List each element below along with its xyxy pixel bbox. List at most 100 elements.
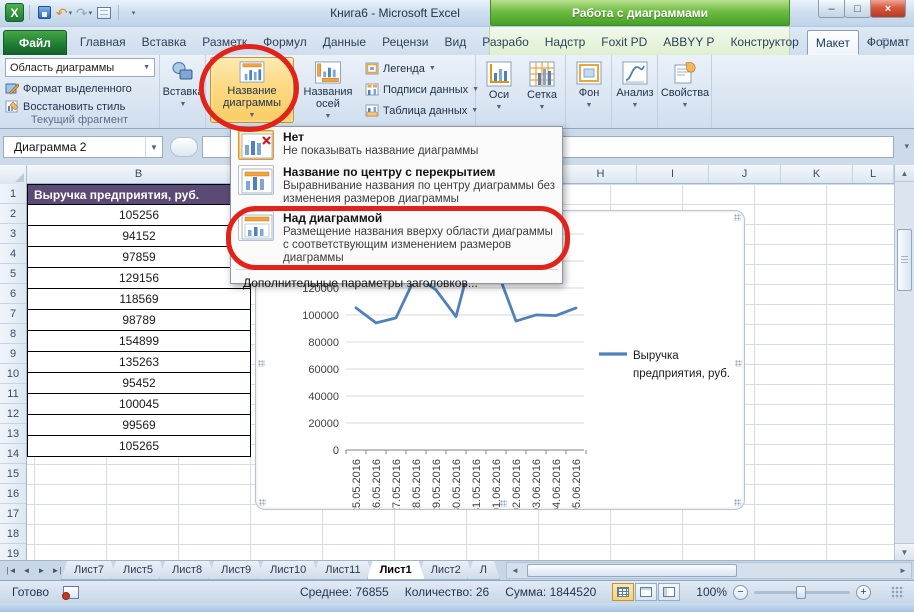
last-sheet-icon[interactable]: ►|: [50, 566, 63, 575]
row-header-7[interactable]: 7: [0, 304, 26, 324]
column-header-h[interactable]: H: [565, 165, 637, 183]
table-cell[interactable]: 94152: [27, 226, 251, 247]
excel-app-icon[interactable]: X: [5, 3, 24, 22]
table-cell[interactable]: 154899: [27, 331, 251, 352]
chart-handle[interactable]: [258, 360, 265, 367]
sheet-tab-лист7[interactable]: Лист7: [61, 561, 117, 580]
table-cell[interactable]: 129156: [27, 268, 251, 289]
row-header-4[interactable]: 4: [0, 244, 26, 264]
row-header-16[interactable]: 16: [0, 484, 26, 504]
column-header-j[interactable]: J: [709, 165, 781, 183]
row-header-19[interactable]: 19: [0, 544, 26, 560]
menu-more-options[interactable]: Дополнительные параметры заголовков...: [231, 272, 562, 293]
menu-item-2[interactable]: Название по центру с перекрытиемВыравнив…: [231, 162, 562, 208]
menu-item-3[interactable]: Над диаграммойРазмещение названия вверху…: [231, 208, 562, 267]
first-sheet-icon[interactable]: |◄: [5, 566, 18, 575]
name-box[interactable]: Диаграмма 2 ▼: [3, 136, 163, 158]
sheet-tab-л[interactable]: Л: [467, 561, 500, 580]
ribbon-tab-рецензи[interactable]: Рецензи: [374, 30, 436, 55]
sheet-tab-лист8[interactable]: Лист8: [159, 561, 215, 580]
ribbon-tab-данные[interactable]: Данные: [315, 30, 374, 55]
chart-handle[interactable]: [734, 214, 741, 221]
vertical-scroll-thumb[interactable]: [897, 229, 912, 291]
ribbon-tab-формул[interactable]: Формул: [255, 30, 315, 55]
page-layout-view-button[interactable]: [635, 583, 657, 601]
properties-button[interactable]: Свойства ▼: [661, 57, 709, 123]
ribbon-tab-макет[interactable]: Макет: [807, 30, 859, 55]
background-button[interactable]: Фон ▼: [569, 57, 609, 123]
row-header-6[interactable]: 6: [0, 284, 26, 304]
row-header-18[interactable]: 18: [0, 524, 26, 544]
insert-button[interactable]: Вставка ▼: [163, 56, 203, 111]
ribbon-tab-файл[interactable]: Файл: [3, 30, 67, 55]
scroll-up-icon[interactable]: ▲: [895, 165, 914, 182]
sheet-tab-лист9[interactable]: Лист9: [208, 561, 264, 580]
next-sheet-icon[interactable]: ►: [35, 566, 48, 575]
zoom-slider[interactable]: [754, 591, 850, 594]
chart-handle[interactable]: [735, 360, 742, 367]
data-table-button[interactable]: Таблица данных▼: [362, 100, 482, 121]
legend-button[interactable]: Легенда▼: [362, 58, 482, 79]
quick-print-button[interactable]: [95, 4, 113, 22]
chart-title-button[interactable]: Название диаграммы ▼: [210, 57, 294, 123]
insert-function-button[interactable]: [170, 137, 198, 157]
gridlines-button[interactable]: Сетка ▼: [522, 57, 562, 123]
analysis-button[interactable]: Анализ ▼: [615, 57, 655, 123]
column-header-l[interactable]: L: [853, 165, 894, 183]
undo-button[interactable]: ↶▾: [55, 4, 73, 22]
row-header-5[interactable]: 5: [0, 264, 26, 284]
chart-element-selector[interactable]: Область диаграммы ▼: [5, 58, 155, 77]
ribbon-tab-главная[interactable]: Главная: [72, 30, 134, 55]
sheet-tab-лист2[interactable]: Лист2: [418, 561, 474, 580]
table-cell[interactable]: 97859: [27, 247, 251, 268]
row-header-8[interactable]: 8: [0, 324, 26, 344]
table-cell[interactable]: 105256: [27, 205, 251, 226]
ribbon-tab-abbyy p[interactable]: ABBYY P: [655, 30, 722, 55]
chart-handle[interactable]: [259, 499, 266, 506]
table-cell[interactable]: 105265: [27, 436, 251, 457]
sheet-tab-лист1[interactable]: Лист1: [367, 561, 425, 580]
row-header-14[interactable]: 14: [0, 444, 26, 464]
row-header-10[interactable]: 10: [0, 364, 26, 384]
workbook-close-icon[interactable]: ×: [898, 36, 904, 48]
column-header-i[interactable]: I: [637, 165, 709, 183]
ribbon-tab-вставка[interactable]: Вставка: [134, 30, 195, 55]
sheet-tab-лист10[interactable]: Лист10: [257, 561, 319, 580]
sheet-tab-лист11[interactable]: Лист11: [312, 561, 373, 580]
workbook-minimize-icon[interactable]: –: [867, 36, 873, 48]
redo-button[interactable]: ↷▾: [75, 4, 93, 22]
format-selection-button[interactable]: Формат выделенного: [3, 80, 134, 97]
row-header-17[interactable]: 17: [0, 504, 26, 524]
zoom-in-button[interactable]: +: [856, 585, 871, 600]
ribbon-tab-foxit pd[interactable]: Foxit PD: [593, 30, 655, 55]
ribbon-tab-конструктор[interactable]: Конструктор: [722, 30, 806, 55]
axes-button[interactable]: Оси ▼: [479, 57, 519, 123]
row-header-12[interactable]: 12: [0, 404, 26, 424]
table-cell[interactable]: 118569: [27, 289, 251, 310]
select-all-corner[interactable]: [0, 165, 27, 184]
row-header-11[interactable]: 11: [0, 384, 26, 404]
table-header-cell[interactable]: Выручка предприятия, руб.: [27, 184, 251, 205]
horizontal-scrollbar[interactable]: ◄ ►: [506, 562, 912, 579]
ribbon-tab-разрабо[interactable]: Разрабо: [474, 30, 537, 55]
row-header-3[interactable]: 3: [0, 224, 26, 244]
customize-qat-button[interactable]: ▾: [124, 4, 142, 22]
menu-item-1[interactable]: НетНе показывать название диаграммы: [231, 127, 562, 162]
close-button[interactable]: ×: [870, 0, 906, 18]
minimize-button[interactable]: –: [818, 0, 845, 18]
normal-view-button[interactable]: [612, 583, 634, 601]
row-header-13[interactable]: 13: [0, 424, 26, 444]
scroll-right-icon[interactable]: ►: [895, 563, 911, 578]
page-break-view-button[interactable]: [658, 583, 680, 601]
row-header-15[interactable]: 15: [0, 464, 26, 484]
chart-handle[interactable]: [500, 500, 507, 507]
table-cell[interactable]: 99569: [27, 415, 251, 436]
reset-style-button[interactable]: Восстановить стиль: [3, 98, 127, 115]
prev-sheet-icon[interactable]: ◄: [20, 566, 33, 575]
table-cell[interactable]: 95452: [27, 373, 251, 394]
row-header-9[interactable]: 9: [0, 344, 26, 364]
vertical-scrollbar[interactable]: ▲ ▼: [894, 165, 914, 560]
table-cell[interactable]: 135263: [27, 352, 251, 373]
table-cell[interactable]: 98789: [27, 310, 251, 331]
zoom-slider-thumb[interactable]: [796, 586, 806, 599]
